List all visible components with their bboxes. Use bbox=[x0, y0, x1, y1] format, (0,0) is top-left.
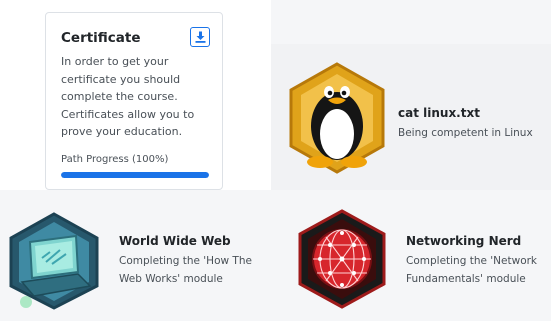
laptop-badge-icon bbox=[8, 212, 100, 310]
path-progress-label: Path Progress (100%) bbox=[61, 154, 169, 165]
path-progress-fill bbox=[61, 172, 209, 178]
badge-description: Being competent in Linux bbox=[398, 127, 533, 139]
badge-title: Networking Nerd bbox=[406, 234, 522, 248]
certificate-title: Certificate bbox=[61, 30, 141, 46]
certificate-card: Certificate In order to get your certifi… bbox=[45, 12, 223, 190]
badge-title: cat linux.txt bbox=[398, 106, 480, 120]
certificate-description: In order to get your certificate you sho… bbox=[61, 55, 195, 138]
download-certificate-button[interactable] bbox=[190, 27, 210, 47]
download-icon bbox=[195, 31, 206, 43]
badge-description: Completing the 'Network Fundamentals' mo… bbox=[406, 255, 538, 285]
path-progress-bar bbox=[61, 172, 209, 178]
network-globe-badge-icon bbox=[298, 209, 386, 309]
badge-title: World Wide Web bbox=[119, 234, 231, 248]
badge-description: Completing the 'How The Web Works' modul… bbox=[119, 255, 252, 285]
linux-penguin-badge-icon bbox=[289, 62, 385, 174]
